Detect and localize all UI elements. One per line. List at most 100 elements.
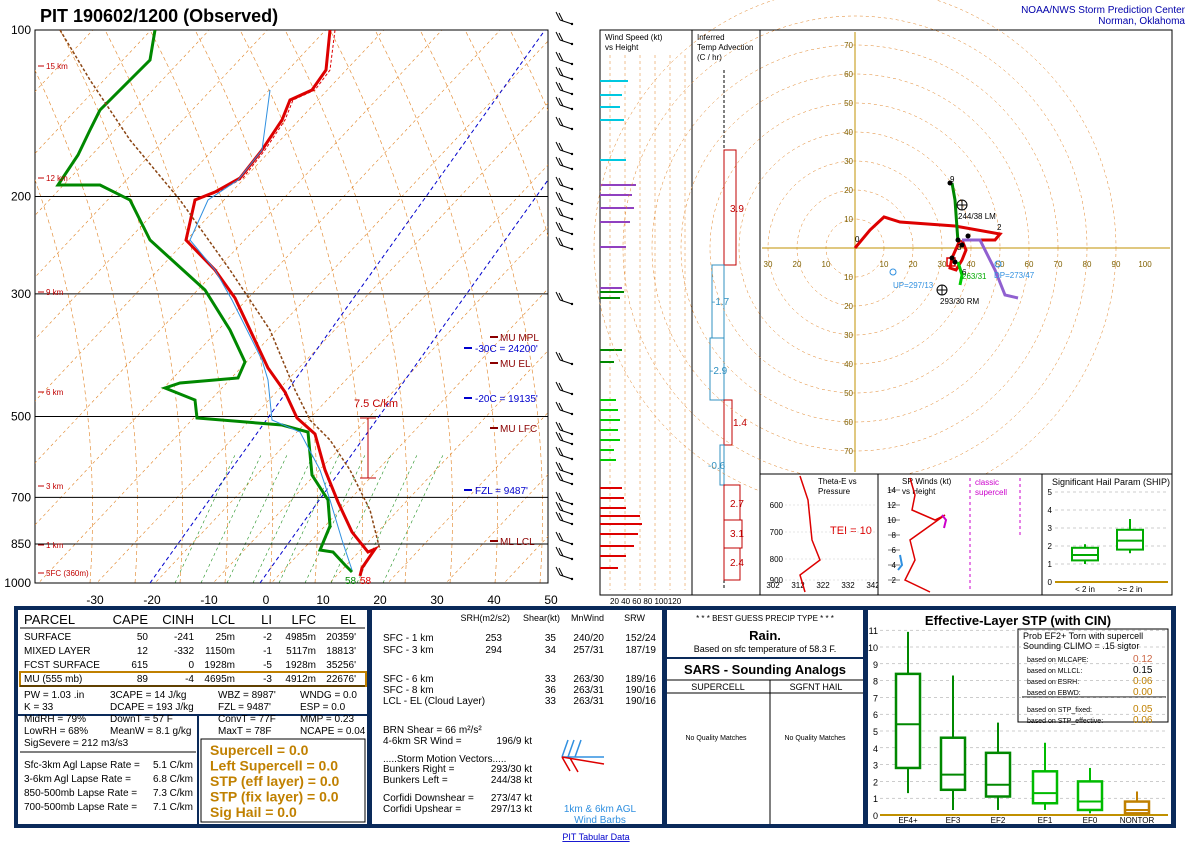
thermo-index: ConvT = 77F <box>218 714 276 725</box>
sr-y-tick: 12 <box>887 501 896 510</box>
thermo-index: MaxT = 78F <box>218 726 271 737</box>
lapse-rate-value: 6.8 C/km <box>153 774 193 785</box>
wind-barb <box>559 439 573 445</box>
wind-barb <box>559 74 573 80</box>
parcel-cell: 20359' <box>326 632 356 643</box>
hodo-y-tick: 20 <box>844 186 853 195</box>
parcel-cell: -5 <box>263 660 272 671</box>
lapse-rate-label: Sfc-3km Agl Lapse Rate = <box>24 760 140 771</box>
motion-label: Bunkers Right = <box>383 764 455 775</box>
kin-cell: 190/16 <box>625 685 656 696</box>
ml-lcl-label: ML LCL <box>500 537 535 548</box>
hodo-y-tick: 60 <box>844 418 853 427</box>
minus20-label: -20C = 19135' <box>475 394 538 405</box>
stp-category: EF2 <box>991 816 1006 825</box>
hodo-x-tick: 40 <box>967 260 976 269</box>
barb-note: 1km & 6km AGL <box>564 804 637 815</box>
wind-barb <box>559 104 573 110</box>
stp-y-tick: 8 <box>873 677 878 687</box>
motion-label: Bunkers Left = <box>383 775 448 786</box>
parcel-cell: -1 <box>263 646 272 657</box>
thermo-index: 3CAPE = 14 J/kg <box>110 690 186 701</box>
hodo-x-tick: 60 <box>1025 260 1034 269</box>
lm-label: 244/38 LM <box>958 212 996 221</box>
kin-cell: 294 <box>485 645 502 656</box>
motion-value: 273/47 kt <box>491 793 532 804</box>
sr-y-tick: 6 <box>892 546 897 555</box>
upshear-label: UP=297/13 <box>893 281 934 290</box>
kin-cell: 263/31 <box>573 696 604 707</box>
stp-y-tick: 10 <box>868 643 878 653</box>
temp-tick-label: 30 <box>430 593 444 607</box>
parcel-cell: 0 <box>188 660 194 671</box>
hodo-y-tick: 10 <box>844 273 853 282</box>
composite-param: Supercell = 0.0 <box>210 742 309 758</box>
thermo-index: DCAPE = 193 J/kg <box>110 702 194 713</box>
thermo-index: DownT = 57 F <box>110 714 173 725</box>
sounding-display: PIT 190602/1200 (Observed) NOAA/NWS Stor… <box>4 0 1186 842</box>
thermo-index: FZL = 9487' <box>218 702 271 713</box>
parcel-header: LI <box>261 612 272 627</box>
stp-climo-value: 0.15 <box>1133 665 1153 676</box>
org-name: NOAA/NWS Storm Prediction Center <box>1021 5 1186 16</box>
stp-y-tick: 7 <box>873 693 878 703</box>
temp-tick-label: 20 <box>373 593 387 607</box>
stp-box <box>894 672 922 770</box>
pressure-tick-label: 700 <box>11 490 31 504</box>
tabular-data-link[interactable]: PIT Tabular Data <box>562 832 629 842</box>
stp-box <box>1123 800 1151 815</box>
stp-y-tick: 3 <box>873 761 878 771</box>
height-tick-label: 15 km <box>46 62 68 71</box>
lapse-rate-value: 7.1 C/km <box>153 802 193 813</box>
pressure-tick-label: 300 <box>11 287 31 301</box>
wind-barb <box>559 429 573 435</box>
theta-x-tick: 322 <box>816 581 830 590</box>
stp-climo-label: based on ESRH: <box>1027 679 1079 686</box>
wind-barb <box>559 184 573 190</box>
theta-y-tick: 600 <box>770 501 784 510</box>
motion-label: Corfidi Upshear = <box>383 804 461 815</box>
thermo-index: ESP = 0.0 <box>300 702 346 713</box>
pressure-tick-label: 200 <box>11 189 31 203</box>
wind-barb <box>559 454 573 460</box>
theta-title2: Pressure <box>818 487 851 496</box>
motion-value: 293/30 kt <box>491 764 532 775</box>
temp-adv-value: -0.6 <box>708 461 726 472</box>
pressure-tick-label: 850 <box>11 537 31 551</box>
hodo-y-tick: 30 <box>844 157 853 166</box>
sfc-temp-label: 58 <box>360 576 372 587</box>
kin-cell: SFC - 1 km <box>383 633 434 644</box>
wind-barb <box>559 519 573 525</box>
sars-hail-header: SGFNT HAIL <box>790 682 843 692</box>
stp-climo-value: 0.06 <box>1133 676 1153 687</box>
mean-wind-label: 263/31 <box>962 272 987 281</box>
parcel-cell: 4912m <box>285 674 316 685</box>
hodo-x-tick: 80 <box>1083 260 1092 269</box>
kin-cell: 35 <box>545 633 557 644</box>
ship-y-tick: 1 <box>1048 560 1053 569</box>
thermo-index: MidRH = 79% <box>24 714 86 725</box>
brn-shear: BRN Shear = 66 m²/s² <box>383 725 482 736</box>
height-tick-label: 12 km <box>46 174 68 183</box>
wind-barb <box>559 509 573 515</box>
kin-cell: LCL - EL (Cloud Layer) <box>383 696 485 707</box>
stp-y-tick: 0 <box>873 811 878 821</box>
parcel-cell: 615 <box>131 660 148 671</box>
sars-hail-none: No Quality Matches <box>784 735 846 742</box>
theta-y-tick: 700 <box>770 528 784 537</box>
temp-tick-label: 0 <box>263 593 270 607</box>
sr-y-tick: 10 <box>887 516 896 525</box>
hodo-y-tick: 20 <box>844 302 853 311</box>
theta-e-panel: Theta-E vs Pressure TEI = 10 60070080090… <box>759 473 880 596</box>
stp-category: EF0 <box>1083 816 1098 825</box>
stp-prob2: Sounding CLIMO = .15 sigtor <box>1023 641 1139 651</box>
ship-y-tick: 0 <box>1048 578 1053 587</box>
temp-tick-label: -20 <box>143 593 161 607</box>
composite-param: STP (eff layer) = 0.0 <box>210 773 340 789</box>
temp-adv-value: 3.1 <box>730 529 744 540</box>
parcel-cell: -4 <box>185 674 194 685</box>
kin-cell: 190/16 <box>625 696 656 707</box>
thermo-index: PW = 1.03 .in <box>24 690 84 701</box>
parcel-header: EL <box>340 612 356 627</box>
hodo-x-tick: 30 <box>938 260 947 269</box>
